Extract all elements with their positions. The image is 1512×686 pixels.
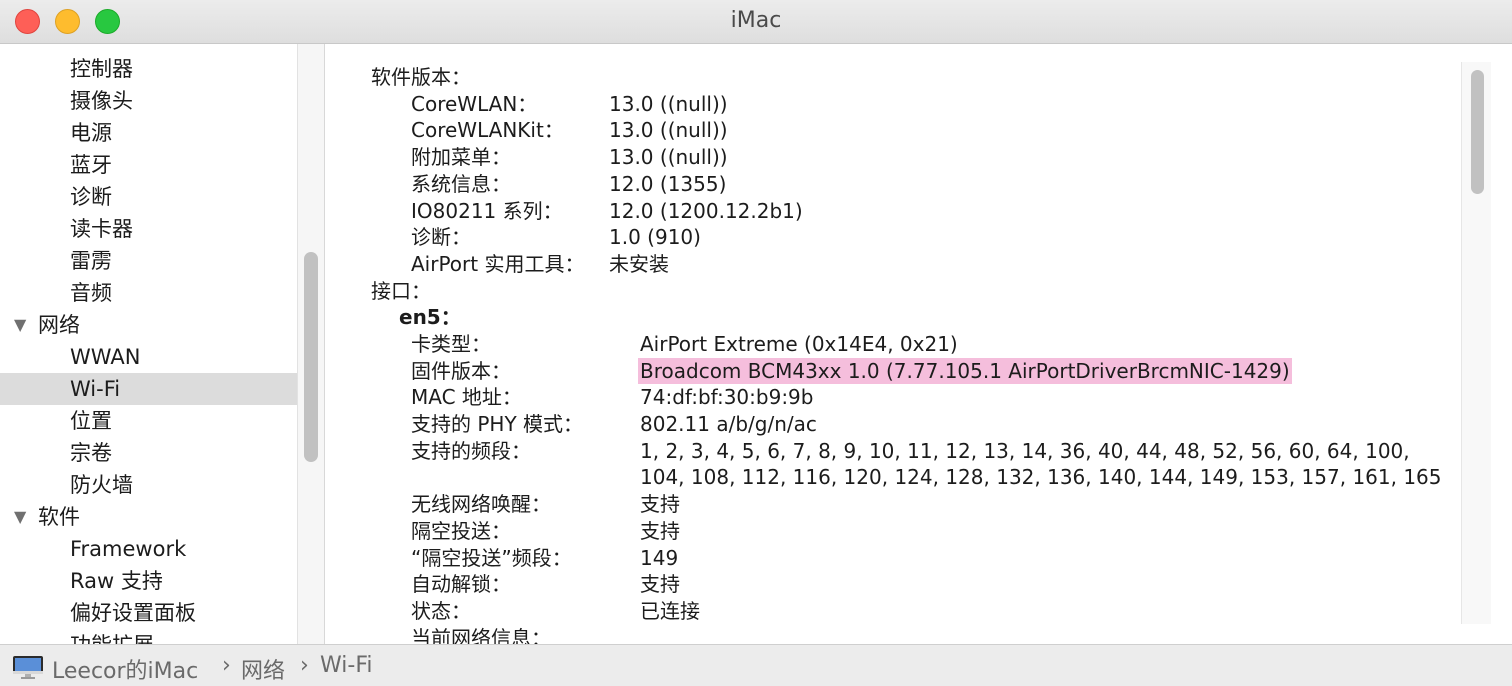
property-value: 已连接 (640, 599, 700, 623)
title-bar[interactable]: iMac (0, 0, 1512, 44)
sidebar-scrollbar[interactable] (297, 44, 325, 644)
property-key: 隔空投送： (411, 519, 511, 543)
property-key: 附加菜单： (411, 145, 511, 169)
path-separator: › (300, 653, 309, 678)
sidebar-item-label: 网络 (38, 313, 80, 337)
sidebar-item-label: 软件 (38, 505, 80, 529)
property-key: 系统信息： (411, 172, 511, 196)
sidebar-group[interactable]: ▼ 网络 (0, 309, 297, 341)
sidebar-item[interactable]: 宗卷 (0, 437, 297, 469)
sidebar-item[interactable]: Raw 支持 (0, 565, 297, 597)
property-value: 支持 (640, 572, 680, 596)
disclosure-triangle-icon[interactable]: ▼ (14, 501, 26, 533)
property-value: 74:df:bf:30:b9:9b (640, 385, 814, 409)
sidebar-item[interactable]: 电源 (0, 117, 297, 149)
property-value: AirPort Extreme (0x14E4, 0x21) (640, 332, 958, 356)
property-key: AirPort 实用工具： (411, 252, 585, 276)
property-key: CoreWLAN： (411, 92, 538, 116)
sidebar-item[interactable]: WWAN (0, 341, 297, 373)
sidebar-item-label: 摄像头 (70, 89, 133, 113)
sidebar-item-clipped (0, 44, 297, 53)
sidebar-item[interactable]: 蓝牙 (0, 149, 297, 181)
path-bar: Leecor的iMac › 网络 › Wi-Fi (0, 644, 1512, 686)
detail-pane: 软件版本： CoreWLAN： 13.0 ((null)) CoreWLANKit： 1… (327, 44, 1512, 644)
sidebar-scrollbar-thumb[interactable] (304, 252, 318, 462)
property-value: 13.0 ((null)) (609, 118, 728, 142)
sidebar-item-label: WWAN (70, 345, 141, 369)
property-key: 支持的 PHY 模式： (411, 412, 584, 436)
property-key: 当前网络信息： (411, 626, 551, 644)
path-separator: › (222, 653, 231, 678)
disclosure-triangle-icon[interactable]: ▼ (14, 309, 26, 341)
property-value: 802.11 a/b/g/n/ac (640, 412, 817, 436)
sidebar-item[interactable]: 偏好设置面板 (0, 597, 297, 629)
property-value: 12.0 (1355) (609, 172, 727, 196)
sidebar-item[interactable]: Framework (0, 533, 297, 565)
property-key: CoreWLANKit： (411, 118, 564, 142)
sidebar-item[interactable]: 控制器 (0, 53, 297, 85)
sidebar-item[interactable]: 功能扩展 (0, 629, 297, 644)
sidebar-group[interactable]: ▼ 软件 (0, 501, 297, 533)
section-header: 软件版本： (371, 65, 471, 89)
sidebar-item[interactable]: 音频 (0, 277, 297, 309)
detail-scrollbar-thumb[interactable] (1471, 70, 1484, 194)
imac-icon (13, 656, 43, 679)
sidebar-item-label: 音频 (70, 281, 112, 305)
property-key: 支持的频段： (411, 439, 531, 463)
property-value: 支持 (640, 519, 680, 543)
section-header: 接口： (371, 279, 431, 303)
sidebar-item-label: 蓝牙 (70, 153, 112, 177)
property-value: 13.0 ((null)) (609, 92, 728, 116)
sidebar-item-label: 防火墙 (70, 473, 133, 497)
property-key: 固件版本： (411, 359, 511, 383)
sidebar-item[interactable]: 防火墙 (0, 469, 297, 501)
property-value: 149 (640, 546, 679, 570)
window-title: iMac (730, 8, 782, 33)
property-key: “隔空投送”频段： (411, 546, 572, 570)
sidebar-item[interactable]: Wi-Fi (0, 373, 297, 405)
property-value: 13.0 ((null)) (609, 145, 728, 169)
sidebar-item-label: 偏好设置面板 (70, 601, 196, 625)
sidebar-item-label: Wi-Fi (70, 377, 121, 401)
property-key: IO80211 系列： (411, 199, 563, 223)
sidebar-item[interactable]: 位置 (0, 405, 297, 437)
highlighted-firmware-value: Broadcom BCM43xx 1.0 (7.77.105.1 AirPort… (638, 358, 1292, 384)
property-key: 自动解锁： (411, 572, 511, 596)
sidebar-item[interactable]: 读卡器 (0, 213, 297, 245)
sidebar-item-label: Framework (70, 537, 187, 561)
sidebar-item-label: 雷雳 (70, 249, 112, 273)
property-value: 12.0 (1200.12.2b1) (609, 199, 803, 223)
property-key: 状态： (411, 599, 471, 623)
system-information-window: iMac 控制器摄像头电源蓝牙诊断读卡器雷雳音频 ▼ 网络 WWAN Wi-Fi 位置宗卷… (0, 0, 1512, 686)
sidebar-item[interactable]: 诊断 (0, 181, 297, 213)
sidebar-item[interactable]: 雷雳 (0, 245, 297, 277)
path-network[interactable]: 网络 (241, 653, 285, 685)
sidebar-item[interactable]: 摄像头 (0, 85, 297, 117)
property-key: MAC 地址： (411, 385, 522, 409)
sidebar-item-label: 位置 (70, 409, 112, 433)
path-wifi[interactable]: Wi-Fi (320, 653, 373, 678)
property-value: 1.0 (910) (609, 225, 701, 249)
sidebar-item-label: 诊断 (70, 185, 112, 209)
property-value: 1, 2, 3, 4, 5, 6, 7, 8, 9, 10, 11, 12, 1… (640, 439, 1410, 463)
sidebar-item-label: 功能扩展 (70, 629, 154, 644)
property-key: 无线网络唤醒： (411, 492, 551, 516)
interface-name: en5： (399, 305, 461, 329)
sidebar-item-label: 控制器 (70, 57, 133, 81)
property-value-continued: 104, 108, 112, 116, 120, 124, 128, 132, … (640, 465, 1442, 489)
sidebar-item-label: Raw 支持 (70, 569, 163, 593)
property-key: 卡类型： (411, 332, 491, 356)
sidebar-item-label: 宗卷 (70, 441, 112, 465)
sidebar: 控制器摄像头电源蓝牙诊断读卡器雷雳音频 ▼ 网络 WWAN Wi-Fi 位置宗卷防火墙 ▼ 软… (0, 44, 297, 644)
sidebar-item-label: 电源 (70, 121, 112, 145)
property-key: 诊断： (411, 225, 471, 249)
path-computer[interactable]: Leecor的iMac (52, 653, 198, 685)
detail-scrollbar[interactable] (1461, 62, 1491, 624)
sidebar-item-label: 读卡器 (70, 217, 133, 241)
property-value: 支持 (640, 492, 680, 516)
property-value: 未安装 (609, 252, 669, 276)
